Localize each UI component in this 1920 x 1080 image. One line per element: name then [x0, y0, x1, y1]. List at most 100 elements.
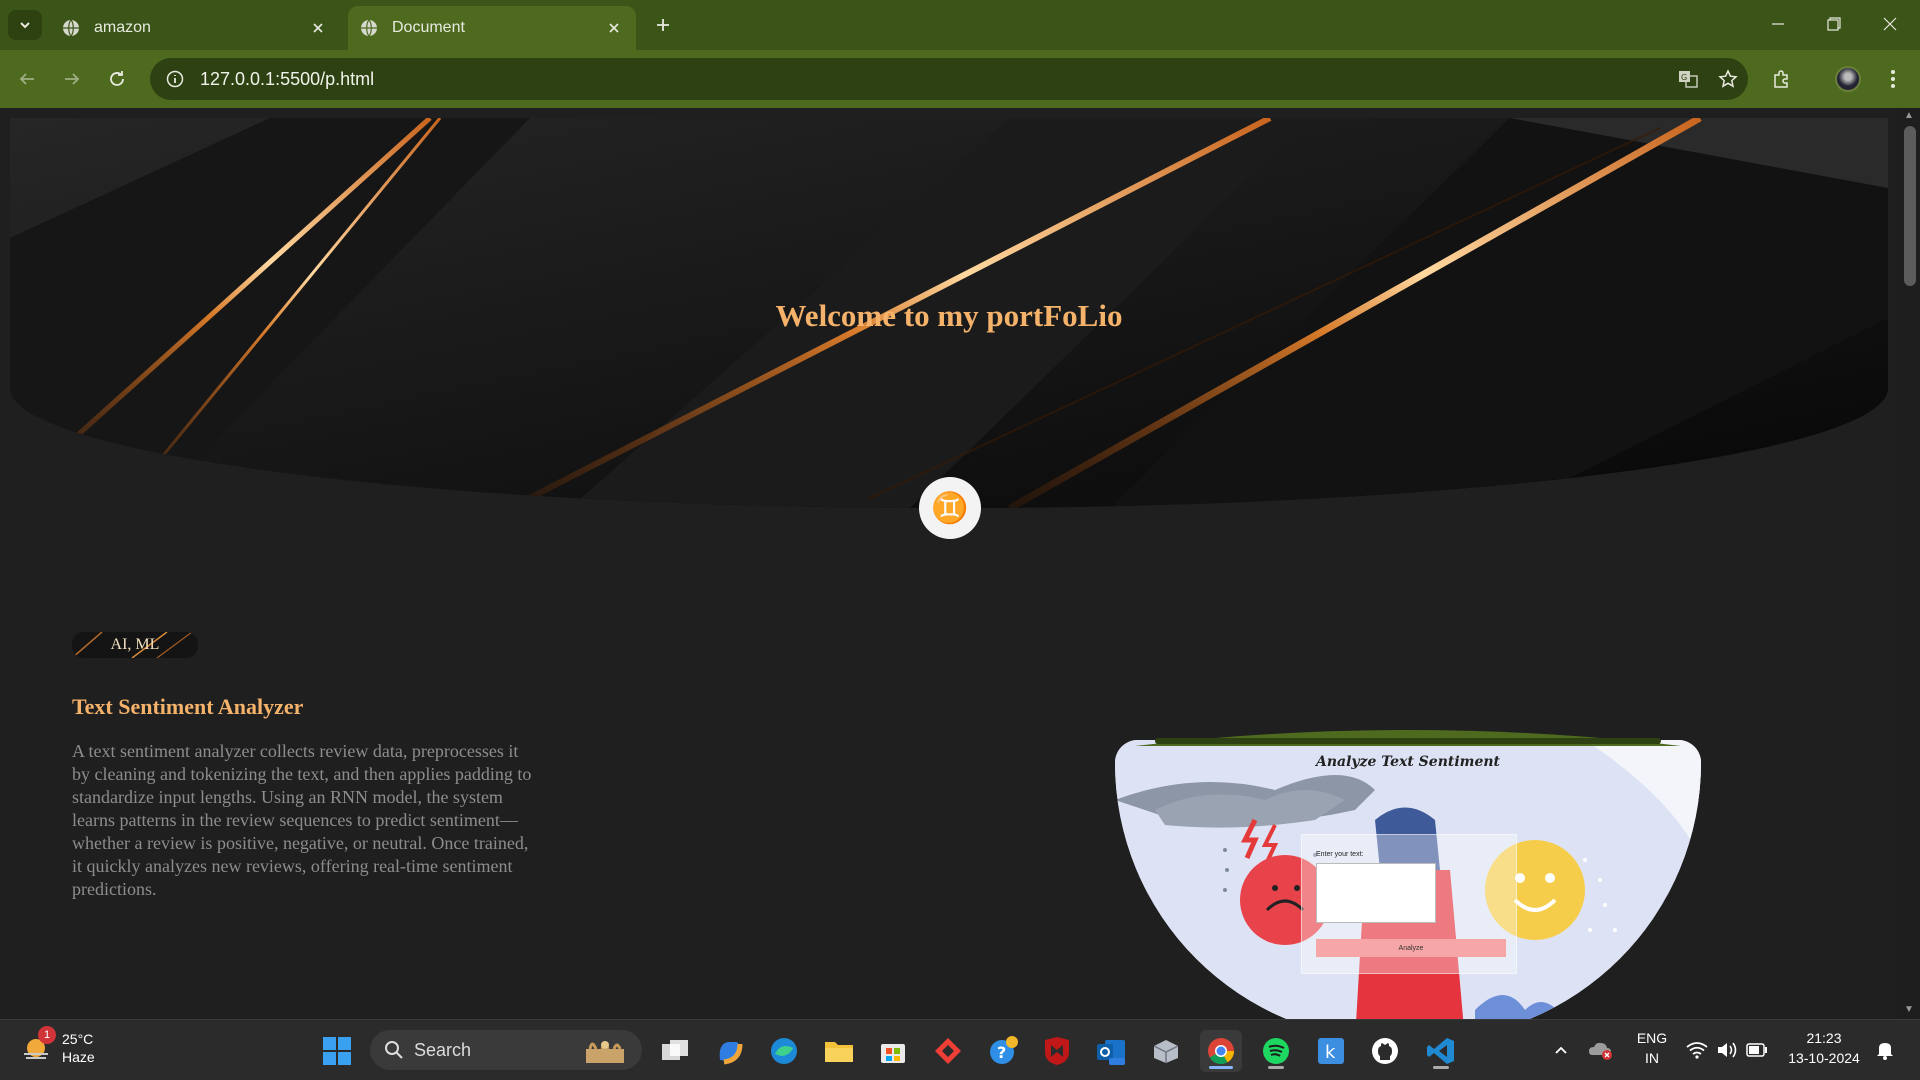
weather-condition: Haze: [62, 1049, 95, 1065]
address-bar[interactable]: 127.0.0.1:5500/p.html G: [150, 58, 1748, 100]
microsoft-store-icon[interactable]: [872, 1030, 914, 1072]
anydesk-icon[interactable]: [927, 1030, 969, 1072]
wifi-icon[interactable]: [1682, 1030, 1712, 1070]
system-clock[interactable]: 21:23 13-10-2024: [1782, 1028, 1866, 1068]
reload-icon: [110, 71, 124, 86]
screenshot-title: Analyze Text Sentiment: [1315, 754, 1501, 770]
minimize-icon: [1772, 23, 1784, 25]
forward-button[interactable]: [55, 62, 89, 96]
github-icon[interactable]: [1364, 1030, 1406, 1072]
language-code: ENG: [1636, 1030, 1668, 1046]
running-indicator: [1433, 1066, 1449, 1069]
close-icon: [1883, 17, 1897, 31]
windows-logo-icon: [323, 1037, 351, 1065]
spotify-icon[interactable]: [1255, 1030, 1297, 1072]
active-indicator: [1209, 1066, 1233, 1069]
globe-icon: [63, 19, 79, 37]
arrow-left-icon: [19, 73, 34, 85]
screenshot-input-label: Enter your text:: [1316, 851, 1364, 858]
start-button[interactable]: [316, 1030, 358, 1072]
close-icon[interactable]: [600, 14, 628, 42]
onedrive-error-icon[interactable]: [1586, 1030, 1616, 1070]
close-window-button[interactable]: [1862, 0, 1918, 48]
region-code: IN: [1645, 1050, 1659, 1066]
running-indicator: [1268, 1066, 1284, 1069]
reload-button[interactable]: [100, 62, 134, 96]
chevron-down-icon: [20, 22, 30, 29]
volume-icon[interactable]: [1712, 1030, 1742, 1070]
url-text: 127.0.0.1:5500/p.html: [200, 68, 375, 89]
copilot-icon[interactable]: [708, 1030, 750, 1072]
more-vertical-icon: [1891, 70, 1895, 88]
translate-icon[interactable]: G: [1668, 59, 1708, 99]
project-tag-badge: AI, ML: [72, 632, 198, 658]
package-icon[interactable]: [1145, 1030, 1187, 1072]
weather-notification-badge: 1: [38, 1026, 56, 1044]
tab-strip: amazon Document: [0, 0, 1920, 50]
project-title: Text Sentiment Analyzer: [72, 694, 304, 719]
menu-button[interactable]: [1875, 61, 1911, 97]
page-scrollbar[interactable]: ▲ ▼: [1898, 108, 1920, 1019]
edge-icon[interactable]: [763, 1030, 805, 1072]
clock-time: 21:23: [1806, 1030, 1842, 1046]
page-viewport: Welcome to my portFoLio ♊ AI, ML Text Se…: [0, 108, 1898, 1019]
screenshot-analyze-button: Analyze: [1316, 939, 1506, 957]
tab-title: Document: [392, 19, 465, 36]
tab-title: amazon: [94, 19, 151, 36]
help-icon[interactable]: ?: [982, 1030, 1024, 1072]
svg-text:k: k: [1325, 1042, 1336, 1063]
puzzle-icon: [1774, 70, 1788, 88]
tab-document[interactable]: Document: [348, 6, 636, 50]
new-tab-button[interactable]: [648, 10, 678, 40]
restore-button[interactable]: [1806, 0, 1862, 48]
file-explorer-icon[interactable]: [818, 1030, 860, 1072]
screenshot-browser-frame: [1135, 730, 1681, 746]
svg-text:G: G: [1681, 73, 1687, 82]
globe-icon: [361, 19, 377, 37]
battery-icon[interactable]: [1742, 1030, 1772, 1070]
vscode-icon[interactable]: [1420, 1030, 1462, 1072]
mcafee-icon[interactable]: [1036, 1030, 1078, 1072]
weather-widget[interactable]: 1 25°C Haze: [20, 1026, 95, 1066]
browser-toolbar: 127.0.0.1:5500/p.html G: [0, 50, 1920, 108]
site-info-icon[interactable]: [154, 70, 196, 88]
restore-icon: [1827, 17, 1841, 31]
project-tag: AI, ML: [110, 636, 160, 653]
screenshot-textarea: [1316, 863, 1436, 923]
extensions-button[interactable]: [1764, 61, 1800, 97]
taskbar-search[interactable]: Search: [370, 1030, 642, 1070]
minimize-button[interactable]: [1750, 0, 1806, 48]
project-description: A text sentiment analyzer collects revie…: [72, 741, 532, 899]
arrow-right-icon: [65, 73, 80, 85]
scroll-up-arrow[interactable]: ▲: [1903, 110, 1915, 122]
close-icon[interactable]: [304, 14, 332, 42]
show-hidden-icons[interactable]: [1548, 1030, 1574, 1070]
scroll-down-arrow[interactable]: ▼: [1903, 1004, 1915, 1016]
scroll-thumb[interactable]: [1904, 126, 1916, 286]
hero-title: Welcome to my portFoLio: [775, 298, 1123, 333]
kotlin-app-icon[interactable]: k: [1310, 1030, 1352, 1072]
chrome-icon[interactable]: [1200, 1030, 1242, 1072]
project-screenshot: Analyze Text Sentiment Enter your text: …: [1115, 740, 1701, 1019]
avatar: [1835, 66, 1861, 92]
search-highlight-icon: [586, 1041, 624, 1063]
search-icon: [385, 1041, 403, 1059]
plus-icon: [657, 19, 669, 31]
tab-amazon[interactable]: amazon: [50, 6, 340, 50]
weather-temperature: 25°C: [62, 1031, 94, 1047]
notifications-bell-icon[interactable]: [1870, 1030, 1900, 1070]
chevron-up-icon: [1555, 1046, 1567, 1054]
windows-taskbar: 1 25°C Haze Search ? k ENG IN 21:23 13-1…: [0, 1019, 1920, 1080]
task-view-icon[interactable]: [654, 1030, 696, 1072]
back-button[interactable]: [10, 62, 44, 96]
gemini-icon[interactable]: ♊: [919, 477, 981, 539]
hero-banner: Welcome to my portFoLio: [10, 118, 1888, 508]
language-indicator[interactable]: ENG IN: [1632, 1028, 1672, 1068]
bookmark-star-icon[interactable]: [1708, 59, 1748, 99]
search-placeholder: Search: [414, 1039, 472, 1060]
profile-button[interactable]: [1830, 61, 1866, 97]
weather-icon: 1: [20, 1026, 56, 1064]
outlook-icon[interactable]: [1090, 1030, 1132, 1072]
clock-date: 13-10-2024: [1788, 1050, 1860, 1066]
tab-search-button[interactable]: [8, 10, 42, 40]
